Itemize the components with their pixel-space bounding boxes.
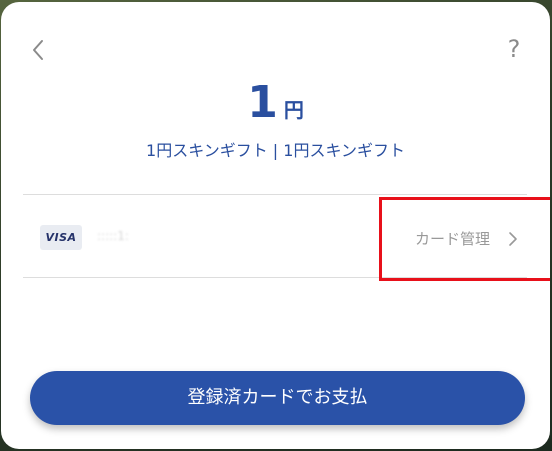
product-name: 1円スキンギフト | 1円スキンギフト xyxy=(146,141,405,160)
card-brand-badge: VISA xyxy=(40,225,82,250)
help-button[interactable]: ? xyxy=(501,34,527,64)
price-display: 1円 xyxy=(1,80,550,126)
chevron-left-icon xyxy=(33,40,43,60)
card-management-label: カード管理 xyxy=(415,230,491,248)
payment-dialog: ? 1円 1円スキンギフト | 1円スキンギフト VISA :::::1: カー… xyxy=(1,2,550,449)
price-amount: 1 xyxy=(247,77,278,128)
card-management-link[interactable]: カード管理 xyxy=(379,197,550,281)
card-number-masked: :::::1: xyxy=(97,229,129,243)
back-button[interactable] xyxy=(27,38,51,62)
pay-with-saved-card-button[interactable]: 登録済カードでお支払 xyxy=(30,371,525,425)
chevron-right-icon xyxy=(509,232,517,246)
price-unit: 円 xyxy=(283,98,304,122)
payment-method-row: VISA :::::1: カード管理 xyxy=(23,194,550,281)
